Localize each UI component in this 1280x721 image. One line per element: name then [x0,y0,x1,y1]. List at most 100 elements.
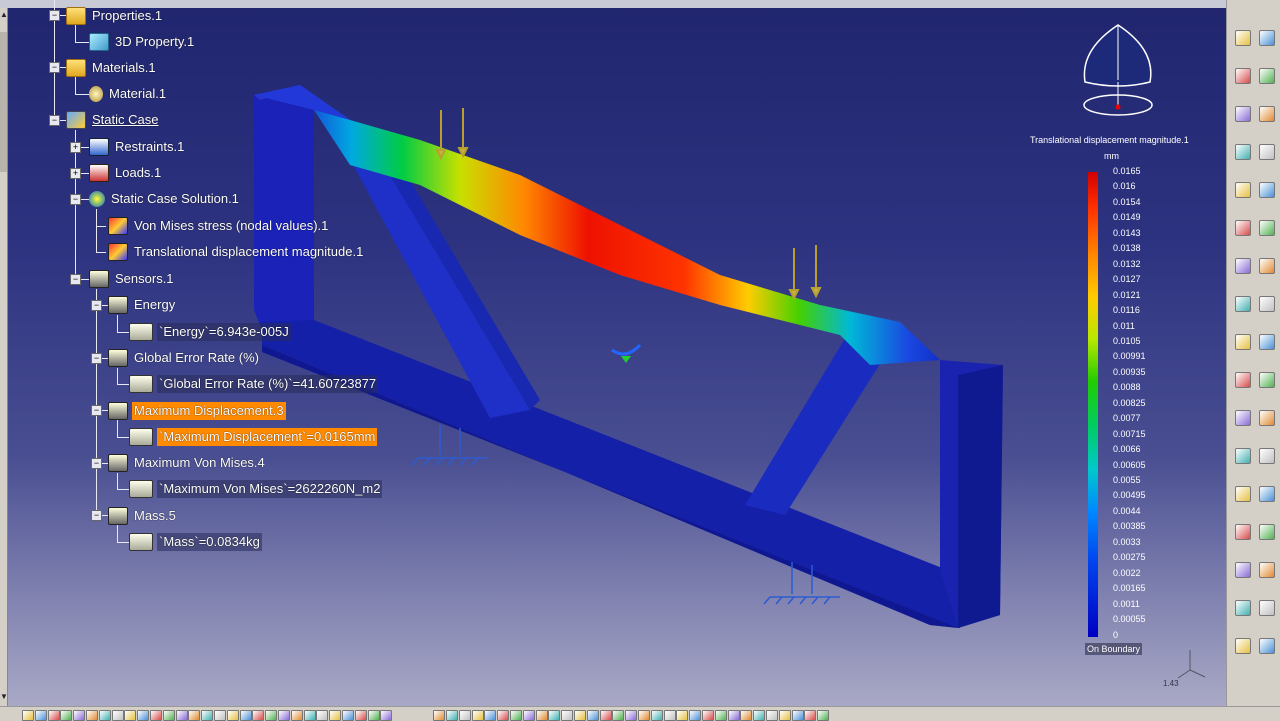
toolbar-button-icon[interactable] [1259,296,1275,312]
toolbar-button-icon[interactable] [1235,296,1251,312]
toolbar-button-icon[interactable] [1259,144,1275,160]
tree-node-error-rate-value[interactable]: `Global Error Rate (%)`=41.60723877 [129,374,379,394]
collapse-toggle-icon[interactable]: − [91,300,102,311]
collapse-toggle-icon[interactable]: − [70,194,81,205]
toolbar-button-icon[interactable] [1235,524,1251,540]
collapse-toggle-icon[interactable]: − [49,10,60,21]
toolbar-button-icon[interactable] [689,710,702,721]
toolbar-button-icon[interactable] [676,710,689,721]
toolbar-button-icon[interactable] [47,710,60,721]
toolbar-button-icon[interactable] [510,710,522,721]
toolbar-button-icon[interactable] [612,710,625,721]
toolbar-button-icon[interactable] [175,710,188,721]
toolbar-button-icon[interactable] [316,710,329,721]
toolbar-button-icon[interactable] [1259,30,1275,46]
tree-node-von-mises-image[interactable]: Von Mises stress (nodal values).1 [108,216,330,236]
tree-node-error-rate[interactable]: Global Error Rate (%) [108,348,261,368]
toolbar-button-icon[interactable] [1259,182,1275,198]
scroll-thumb[interactable] [0,32,7,172]
toolbar-button-icon[interactable] [188,710,201,721]
tree-node-energy[interactable]: Energy [108,295,177,315]
toolbar-button-icon[interactable] [1259,600,1275,616]
toolbar-button-icon[interactable] [753,710,766,721]
toolbar-button-icon[interactable] [535,710,548,721]
toolbar-button-icon[interactable] [265,710,278,721]
toolbar-button-icon[interactable] [714,710,727,721]
toolbar-button-icon[interactable] [239,710,252,721]
toolbar-button-icon[interactable] [1259,220,1275,236]
expand-toggle-icon[interactable]: + [70,142,81,153]
collapse-toggle-icon[interactable]: − [49,62,60,73]
tree-node-displacement-image[interactable]: Translational displacement magnitude.1 [108,242,365,262]
toolbar-button-icon[interactable] [1259,524,1275,540]
toolbar-button-icon[interactable] [1235,334,1251,350]
tree-node-restraints[interactable]: Restraints.1 [89,137,186,157]
toolbar-button-icon[interactable] [1235,68,1251,84]
toolbar-button-icon[interactable] [111,710,124,721]
collapse-toggle-icon[interactable]: − [91,510,102,521]
toolbar-button-icon[interactable] [650,710,663,721]
toolbar-button-icon[interactable] [252,710,265,721]
tree-scrollbar[interactable]: ▲ ▼ [0,8,8,706]
toolbar-button-icon[interactable] [1259,448,1275,464]
toolbar-button-icon[interactable] [740,710,753,721]
toolbar-button-icon[interactable] [1235,448,1251,464]
toolbar-button-icon[interactable] [484,710,497,721]
toolbar-button-icon[interactable] [1259,562,1275,578]
toolbar-button-icon[interactable] [638,710,650,721]
toolbar-button-icon[interactable] [471,710,484,721]
tree-node-properties[interactable]: Properties.1 [66,6,164,26]
toolbar-button-icon[interactable] [73,710,86,721]
toolbar-button-icon[interactable] [1235,258,1251,274]
toolbar-button-icon[interactable] [433,710,446,721]
toolbar-button-icon[interactable] [354,710,367,721]
collapse-toggle-icon[interactable]: − [91,405,102,416]
toolbar-button-icon[interactable] [1235,562,1251,578]
toolbar-button-icon[interactable] [1235,372,1251,388]
collapse-toggle-icon[interactable]: − [91,458,102,469]
3d-viewport[interactable]: ▲ ▼ − − − + + − − − − − − − Properties.1… [0,0,1226,706]
toolbar-button-icon[interactable] [817,710,830,721]
toolbar-button-icon[interactable] [727,710,740,721]
toolbar-button-icon[interactable] [98,710,111,721]
tree-node-mass-value[interactable]: `Mass`=0.0834kg [129,532,262,552]
toolbar-button-icon[interactable] [446,710,458,721]
toolbar-button-icon[interactable] [1235,144,1251,160]
toolbar-button-icon[interactable] [574,710,586,721]
tree-node-max-von-mises-value[interactable]: `Maximum Von Mises`=2622260N_m2 [129,479,383,499]
toolbar-button-icon[interactable] [86,710,98,721]
toolbar-button-icon[interactable] [458,710,471,721]
toolbar-button-icon[interactable] [1259,68,1275,84]
tree-node-max-displacement[interactable]: Maximum Displacement.3 [108,401,286,421]
toolbar-button-icon[interactable] [137,710,150,721]
toolbar-button-icon[interactable] [124,710,137,721]
toolbar-button-icon[interactable] [1235,106,1251,122]
toolbar-button-icon[interactable] [380,710,393,721]
toolbar-button-icon[interactable] [766,710,778,721]
toolbar-button-icon[interactable] [586,710,599,721]
toolbar-button-icon[interactable] [1235,638,1251,654]
toolbar-button-icon[interactable] [561,710,574,721]
scroll-down-arrow-icon[interactable]: ▼ [0,692,8,702]
toolbar-button-icon[interactable] [226,710,239,721]
compass-icon[interactable] [1083,24,1153,116]
toolbar-button-icon[interactable] [22,710,34,721]
tree-node-3d-property[interactable]: 3D Property.1 [89,32,196,52]
toolbar-button-icon[interactable] [1235,486,1251,502]
toolbar-button-icon[interactable] [303,710,316,721]
toolbar-button-icon[interactable] [367,710,380,721]
toolbar-button-icon[interactable] [625,710,638,721]
toolbar-button-icon[interactable] [1259,258,1275,274]
tree-node-loads[interactable]: Loads.1 [89,163,163,183]
toolbar-button-icon[interactable] [1259,334,1275,350]
collapse-toggle-icon[interactable]: − [70,274,81,285]
tree-node-materials[interactable]: Materials.1 [66,58,158,78]
toolbar-button-icon[interactable] [342,710,354,721]
tree-node-mass[interactable]: Mass.5 [108,506,178,526]
toolbar-button-icon[interactable] [1259,106,1275,122]
tree-node-material[interactable]: Material.1 [89,84,168,104]
tree-node-energy-value[interactable]: `Energy`=6.943e-005J [129,322,291,342]
toolbar-button-icon[interactable] [278,710,290,721]
toolbar-button-icon[interactable] [778,710,791,721]
toolbar-button-icon[interactable] [1259,372,1275,388]
